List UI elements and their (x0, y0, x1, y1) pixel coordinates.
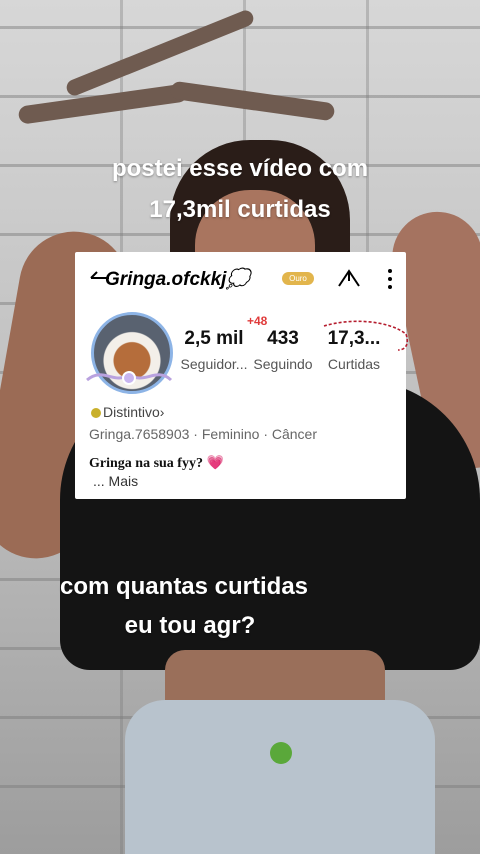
jeans (125, 700, 435, 854)
stat-value: 2,5 mil (184, 328, 244, 349)
caption-bottom-line2: eu tou agr? (124, 612, 256, 639)
stat-label: Seguidor... (180, 356, 248, 372)
profile-header: Gringa.ofckkj💭 Ouro (89, 260, 394, 290)
distintivo-label: Distintivo (103, 404, 160, 420)
stat-value: 433 (267, 328, 299, 349)
red-circle-annotation (323, 320, 409, 351)
profile-username: Gringa.ofckkj💭 (105, 269, 251, 290)
profile-bio: Gringa na sua fyy? 💗 (89, 455, 224, 472)
share-icon[interactable] (335, 266, 363, 290)
pipe-decoration (169, 80, 336, 122)
profile-screenshot-card: Gringa.ofckkj💭 Ouro +48 2,5 mil Seguidor… (75, 252, 409, 499)
bio-text: Gringa na sua fyy? (89, 456, 203, 471)
more-vertical-icon[interactable] (382, 266, 398, 292)
stat-seguindo[interactable]: 433 Seguindo (252, 328, 314, 372)
distintivo-link[interactable]: Distintivo› (91, 404, 164, 420)
caption-top-line2: 17,3mil curtidas (149, 196, 331, 223)
bio-more-link[interactable]: ... Mais (93, 473, 138, 489)
avatar-frame-decoration (86, 371, 173, 385)
profile-meta: Gringa.7658903 · Feminino · Câncer (89, 426, 318, 442)
stat-label: Seguindo (253, 356, 313, 372)
stat-label: Curtidas (327, 356, 381, 372)
pipe-decoration (17, 83, 189, 125)
tier-badge: Ouro (282, 272, 314, 285)
pipe-decoration (64, 8, 256, 98)
stat-seguidores[interactable]: 2,5 mil Seguidor... (173, 328, 255, 372)
chevron-right-icon: › (159, 404, 165, 420)
heart-emoji-icon: 💗 (206, 456, 224, 471)
jeans-button (270, 742, 292, 764)
new-followers-badge: +48 (247, 314, 268, 328)
caption-top-line1: postei esse vídeo com (111, 155, 369, 182)
caption-bottom-line1: com quantas curtidas (59, 573, 309, 600)
badge-dot-icon (91, 408, 101, 418)
